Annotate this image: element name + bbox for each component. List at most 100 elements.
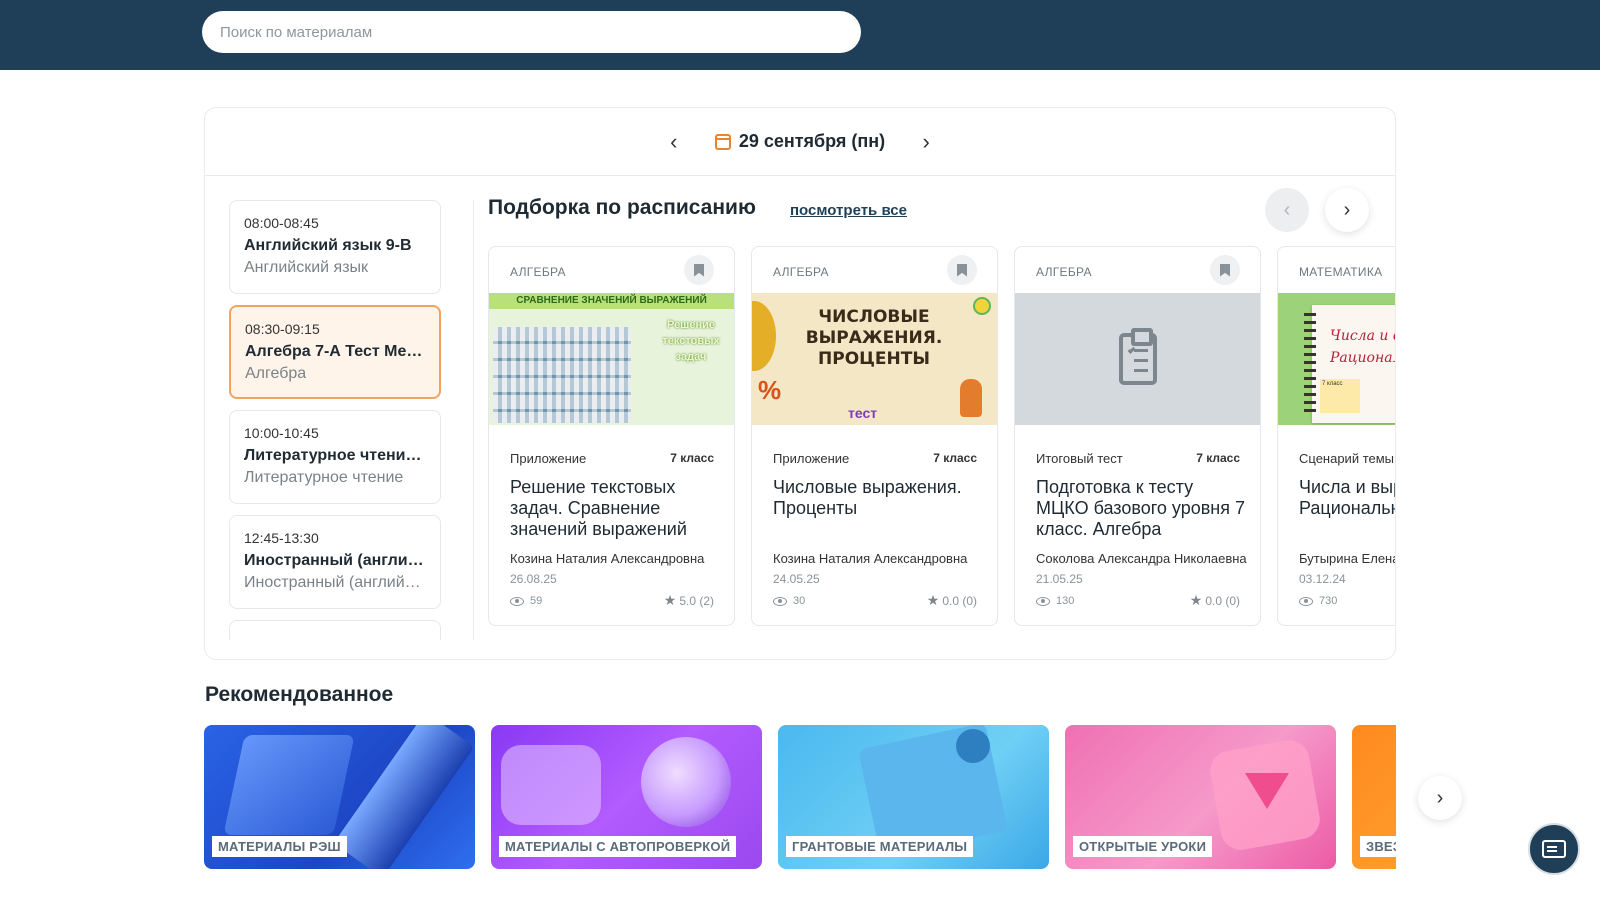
thumbnail-side-text: Решение текстовых задач [662, 319, 720, 363]
card-author: Козина Наталия Александровна [510, 551, 705, 566]
carousel-prev-button[interactable]: ‹ [1265, 188, 1309, 232]
chevron-right-icon: › [922, 128, 930, 154]
eye-icon [1036, 596, 1050, 606]
lightbulb-graphic [641, 737, 731, 827]
see-all-link[interactable]: посмотреть все [790, 202, 907, 219]
lesson-item[interactable]: 08:00-08:45 Английский язык 9-В Английск… [229, 200, 441, 294]
recommended-title: Рекомендованное [205, 683, 394, 706]
shelf-image [493, 327, 631, 423]
lesson-item[interactable] [229, 620, 441, 640]
thumbnail-side-text: 7 класс [1320, 379, 1360, 413]
card-rating: ★ 0.0 (0) [927, 592, 977, 609]
card-date: 24.05.25 [773, 572, 820, 586]
lesson-item[interactable]: 12:45-13:30 Иностранный (английский) язы… [229, 515, 441, 609]
card-thumbnail: Числа и выражения. Рациональные 7 класс [1278, 293, 1395, 425]
carousel-next-button[interactable]: › [1325, 188, 1369, 232]
lesson-time: 12:45-13:30 [244, 530, 319, 546]
material-card[interactable]: АЛГЕБРА ЧИСЛОВЫЕ ВЫРАЖЕНИЯ. ПРОЦЕНТЫ % т… [751, 246, 998, 626]
percent-icon: % [758, 375, 782, 405]
thumbnail-side-text: тест [848, 405, 878, 421]
card-title: Подготовка к тесту МЦКО базового уровня … [1036, 477, 1245, 539]
star-icon: ★ [663, 592, 677, 608]
bookmark-icon [1220, 263, 1230, 277]
rating-value: 0.0 (0) [1205, 593, 1240, 608]
card-grade: 7 класс [1196, 451, 1240, 465]
card-subject: МАТЕМАТИКА [1299, 265, 1383, 279]
star-icon: ★ [1189, 592, 1203, 608]
card-subject: АЛГЕБРА [510, 265, 566, 279]
recommended-next-button[interactable]: › [1418, 776, 1462, 820]
eye-icon [510, 596, 524, 606]
clipboard-icon [1118, 328, 1157, 385]
bookmark-button[interactable] [1210, 255, 1240, 285]
chat-support-icon [1542, 840, 1566, 858]
card-rating: ★ 5.0 (2) [664, 592, 714, 609]
chevron-left-icon: ‹ [670, 128, 678, 154]
recommended-tile[interactable]: ГРАНТОВЫЕ МАТЕРИАЛЫ [778, 725, 1049, 869]
play-icon [1245, 773, 1289, 809]
card-views: 59 [510, 595, 542, 607]
lesson-title: Алгебра 7-А Тест Меркурий [245, 343, 425, 360]
top-bar [0, 0, 1600, 70]
tile-label: ГРАНТОВЫЕ МАТЕРИАЛЫ [786, 836, 974, 857]
search-input[interactable] [220, 23, 843, 41]
card-thumbnail: ЧИСЛОВЫЕ ВЫРАЖЕНИЯ. ПРОЦЕНТЫ % тест [752, 293, 997, 425]
support-chat-button[interactable] [1528, 823, 1580, 875]
lesson-item[interactable]: 10:00-10:45 Литературное чтение 3-Б Лите… [229, 410, 441, 504]
eye-icon [773, 596, 787, 606]
lesson-title: Английский язык 9-В [244, 237, 412, 254]
lesson-subject: Иностранный (английский) язык [244, 574, 426, 591]
notebook-rings [1304, 313, 1316, 413]
chevron-right-icon: › [1436, 786, 1444, 809]
material-cards: АЛГЕБРА СРАВНЕНИЕ ЗНАЧЕНИЙ ВЫРАЖЕНИЙ Реш… [488, 246, 1395, 636]
prev-day-button[interactable]: ‹ [661, 129, 687, 155]
decor-shape [752, 301, 776, 371]
badge-icon [973, 297, 991, 315]
bookmark-button[interactable] [947, 255, 977, 285]
thumbnail-caption: Числа и выражения. Рациональные [1330, 328, 1395, 366]
rating-value: 0.0 (0) [942, 593, 977, 608]
card-thumbnail: СРАВНЕНИЕ ЗНАЧЕНИЙ ВЫРАЖЕНИЙ Решение тек… [489, 293, 734, 425]
lesson-item-active[interactable]: 08:30-09:15 Алгебра 7-А Тест Меркурий Ал… [229, 305, 441, 399]
recommended-tile[interactable]: МАТЕРИАЛЫ С АВТОПРОВЕРКОЙ [491, 725, 762, 869]
decor-shape [501, 745, 601, 825]
card-author: Козина Наталия Александровна [773, 551, 968, 566]
card-views: 730 [1299, 595, 1337, 607]
material-card[interactable]: МАТЕМАТИКА Числа и выражения. Рациональн… [1277, 246, 1395, 626]
bookmark-button[interactable] [684, 255, 714, 285]
views-count: 730 [1319, 595, 1338, 607]
current-date: 29 сентября (пн) [738, 131, 886, 151]
next-day-button[interactable]: › [913, 129, 939, 155]
material-card[interactable]: АЛГЕБРА Итоговый тест 7 класс Подготовка… [1014, 246, 1261, 626]
search-box[interactable] [202, 11, 861, 53]
card-title: Решение текстовых задач. Сравнение значе… [510, 477, 687, 539]
card-rating: ★ 0.0 (0) [1190, 592, 1240, 609]
card-date: 21.05.25 [1036, 572, 1083, 586]
eye-icon [1299, 596, 1313, 606]
schedule-panel: ‹ 29 сентября (пн) › 08:00-08:45 Английс… [204, 107, 1396, 660]
recommended-tile[interactable]: ОТКРЫТЫЕ УРОКИ [1065, 725, 1336, 869]
recommended-tile[interactable]: ЗВЕЗДНЫЕ [1352, 725, 1396, 869]
views-count: 30 [793, 595, 806, 607]
lesson-title: Иностранный (английский) язык [244, 552, 426, 569]
rating-value: 5.0 (2) [679, 593, 714, 608]
card-subject: АЛГЕБРА [1036, 265, 1092, 279]
folder-graphic [333, 725, 475, 869]
lesson-list: 08:00-08:45 Английский язык 9-В Английск… [229, 200, 441, 640]
tile-label: ЗВЕЗДНЫЕ [1360, 836, 1396, 857]
calendar-icon [714, 133, 731, 150]
recommended-tile[interactable]: МАТЕРИАЛЫ РЭШ [204, 725, 475, 869]
views-count: 130 [1056, 595, 1075, 607]
material-card[interactable]: АЛГЕБРА СРАВНЕНИЕ ЗНАЧЕНИЙ ВЫРАЖЕНИЙ Реш… [488, 246, 735, 626]
lesson-subject: Литературное чтение [244, 469, 404, 486]
card-type: Приложение [773, 451, 850, 466]
lesson-title: Литературное чтение 3-Б [244, 447, 426, 464]
tile-label: МАТЕРИАЛЫ РЭШ [212, 836, 347, 857]
lesson-time: 08:30-09:15 [245, 321, 320, 337]
card-subject: АЛГЕБРА [773, 265, 829, 279]
star-icon: ★ [926, 592, 940, 608]
card-author: Соколова Александра Николаевна [1036, 551, 1247, 566]
card-date: 03.12.24 [1299, 572, 1346, 586]
card-grade: 7 класс [933, 451, 977, 465]
character-figure [960, 379, 982, 417]
